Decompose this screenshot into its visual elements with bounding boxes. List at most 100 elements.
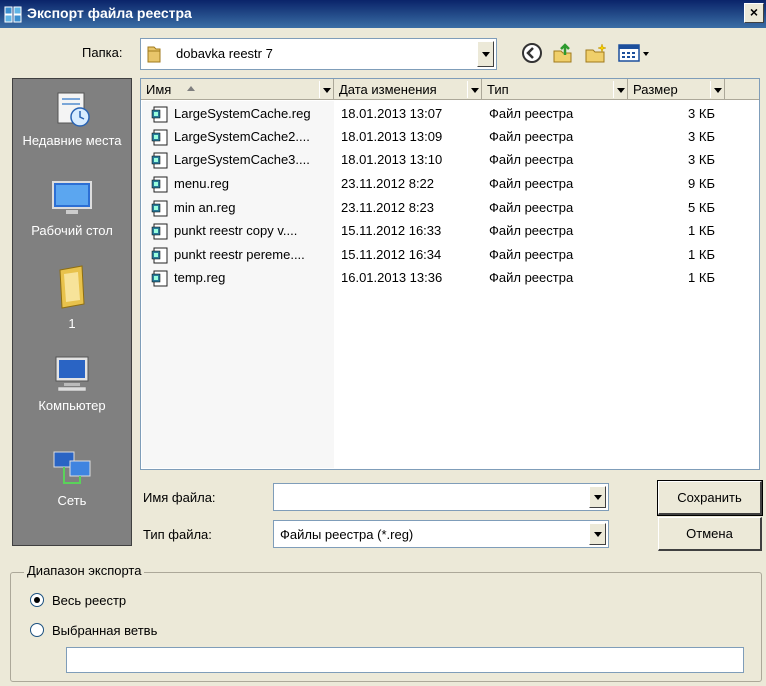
new-folder-icon[interactable]: [584, 42, 608, 64]
place-documents[interactable]: 1: [13, 264, 131, 332]
export-range-legend: Диапазон экспорта: [24, 563, 145, 578]
place-documents-label: 1: [68, 316, 76, 331]
column-header-size[interactable]: Размер: [628, 79, 725, 100]
registry-file-icon: [151, 200, 168, 217]
file-list[interactable]: Имя Дата изменения Тип Размер LargeSyste…: [140, 78, 760, 470]
filename-input[interactable]: [273, 483, 609, 511]
place-desktop[interactable]: Рабочий стол: [13, 179, 131, 239]
registry-file-icon: [151, 247, 168, 264]
column-filter-size[interactable]: [710, 81, 724, 98]
registry-file-icon: [151, 176, 168, 193]
column-header-size-label: Размер: [633, 82, 678, 97]
file-type: Файл реестра: [489, 176, 574, 191]
export-branch-label[interactable]: Выбранная ветвь: [52, 623, 157, 638]
back-icon[interactable]: [520, 42, 544, 64]
file-date: 23.11.2012 8:23: [341, 200, 435, 215]
network-icon: [53, 451, 91, 484]
column-header-type[interactable]: Тип: [482, 79, 628, 100]
registry-icon: [4, 6, 22, 23]
registry-file-icon: [151, 152, 168, 169]
filename-label: Имя файла:: [143, 490, 216, 505]
export-branch-radio[interactable]: [30, 623, 44, 637]
file-name: punkt reestr copy v....: [174, 223, 298, 238]
file-name: punkt reestr pereme....: [174, 247, 305, 262]
column-header-date[interactable]: Дата изменения: [334, 79, 482, 100]
save-button[interactable]: Сохранить: [657, 480, 763, 516]
current-folder: dobavka reestr 7: [176, 46, 273, 61]
registry-file-icon: [151, 223, 168, 240]
filetype-value: Файлы реестра (*.reg): [280, 527, 414, 542]
view-menu-icon[interactable]: [617, 42, 651, 64]
file-date: 18.01.2013 13:09: [341, 129, 443, 144]
window-title: Экспорт файла реестра: [27, 5, 192, 21]
branch-path-input[interactable]: [66, 647, 744, 673]
column-filter-type[interactable]: [613, 81, 627, 98]
place-computer[interactable]: Компьютер: [13, 354, 131, 414]
file-date: 18.01.2013 13:07: [341, 106, 443, 121]
filename-dropdown-arrow[interactable]: [589, 486, 606, 508]
title-bar: Экспорт файла реестра ×: [0, 0, 766, 28]
sort-ascending-icon: [187, 86, 195, 91]
cancel-button[interactable]: Отмена: [658, 517, 762, 551]
file-name: temp.reg: [174, 270, 226, 285]
file-date: 16.01.2013 13:36: [341, 270, 443, 285]
place-recent-label: Недавние места: [22, 133, 122, 148]
file-name: LargeSystemCache2....: [174, 129, 310, 144]
file-row[interactable]: menu.reg 23.11.2012 8:22 Файл реестра 9 …: [141, 173, 759, 196]
file-date: 15.11.2012 16:34: [341, 247, 442, 262]
documents-folder-icon: [59, 265, 85, 309]
file-size: 3 КБ: [688, 152, 715, 167]
folder-label: Папка:: [82, 45, 123, 60]
column-header-date-label: Дата изменения: [339, 82, 437, 97]
registry-file-icon: [151, 106, 168, 123]
up-folder-icon[interactable]: [551, 42, 575, 64]
file-type: Файл реестра: [489, 270, 574, 285]
file-date: 18.01.2013 13:10: [341, 152, 443, 167]
folder-dropdown[interactable]: dobavka reestr 7: [140, 38, 497, 70]
export-all-radio[interactable]: [30, 593, 44, 607]
file-type: Файл реестра: [489, 106, 574, 121]
file-type: Файл реестра: [489, 223, 574, 238]
column-header-type-label: Тип: [487, 82, 509, 97]
file-type: Файл реестра: [489, 247, 574, 262]
file-name: LargeSystemCache3....: [174, 152, 310, 167]
file-type: Файл реестра: [489, 200, 574, 215]
file-name: min an.reg: [174, 200, 236, 215]
place-recent[interactable]: Недавние места: [13, 89, 131, 149]
file-row[interactable]: LargeSystemCache2.... 18.01.2013 13:09 Ф…: [141, 126, 759, 149]
file-size: 5 КБ: [688, 200, 715, 215]
file-date: 15.11.2012 16:33: [341, 223, 442, 238]
file-size: 1 КБ: [688, 270, 715, 285]
registry-file-icon: [151, 270, 168, 287]
file-name: LargeSystemCache.reg: [174, 106, 311, 121]
filetype-dropdown-arrow[interactable]: [589, 523, 606, 545]
file-size: 1 КБ: [688, 223, 715, 238]
file-size: 1 КБ: [688, 247, 715, 262]
registry-file-icon: [151, 129, 168, 146]
file-name: menu.reg: [174, 176, 229, 191]
column-filter-date[interactable]: [467, 81, 481, 98]
export-all-label[interactable]: Весь реестр: [52, 593, 126, 608]
file-type: Файл реестра: [489, 152, 574, 167]
place-desktop-label: Рабочий стол: [31, 223, 113, 238]
close-button[interactable]: ×: [744, 3, 764, 23]
file-list-header: Имя Дата изменения Тип Размер: [141, 79, 759, 100]
file-row[interactable]: punkt reestr pereme.... 15.11.2012 16:34…: [141, 244, 759, 267]
file-row[interactable]: LargeSystemCache.reg 18.01.2013 13:07 Фа…: [141, 103, 759, 126]
file-row[interactable]: LargeSystemCache3.... 18.01.2013 13:10 Ф…: [141, 149, 759, 172]
file-row[interactable]: temp.reg 16.01.2013 13:36 Файл реестра 1…: [141, 267, 759, 290]
filetype-select[interactable]: Файлы реестра (*.reg): [273, 520, 609, 548]
column-header-name[interactable]: Имя: [141, 79, 334, 100]
place-network-label: Сеть: [57, 493, 87, 508]
folder-dropdown-arrow[interactable]: [477, 41, 494, 67]
file-row[interactable]: punkt reestr copy v.... 15.11.2012 16:33…: [141, 220, 759, 243]
column-filter-name[interactable]: [319, 81, 333, 98]
column-header-name-label: Имя: [146, 82, 172, 97]
computer-icon: [55, 356, 89, 392]
desktop-icon: [52, 181, 92, 214]
file-size: 3 КБ: [688, 106, 715, 121]
filetype-label: Тип файла:: [143, 527, 212, 542]
file-row[interactable]: min an.reg 23.11.2012 8:23 Файл реестра …: [141, 197, 759, 220]
column-header-empty: [725, 79, 759, 100]
place-network[interactable]: Сеть: [13, 449, 131, 509]
